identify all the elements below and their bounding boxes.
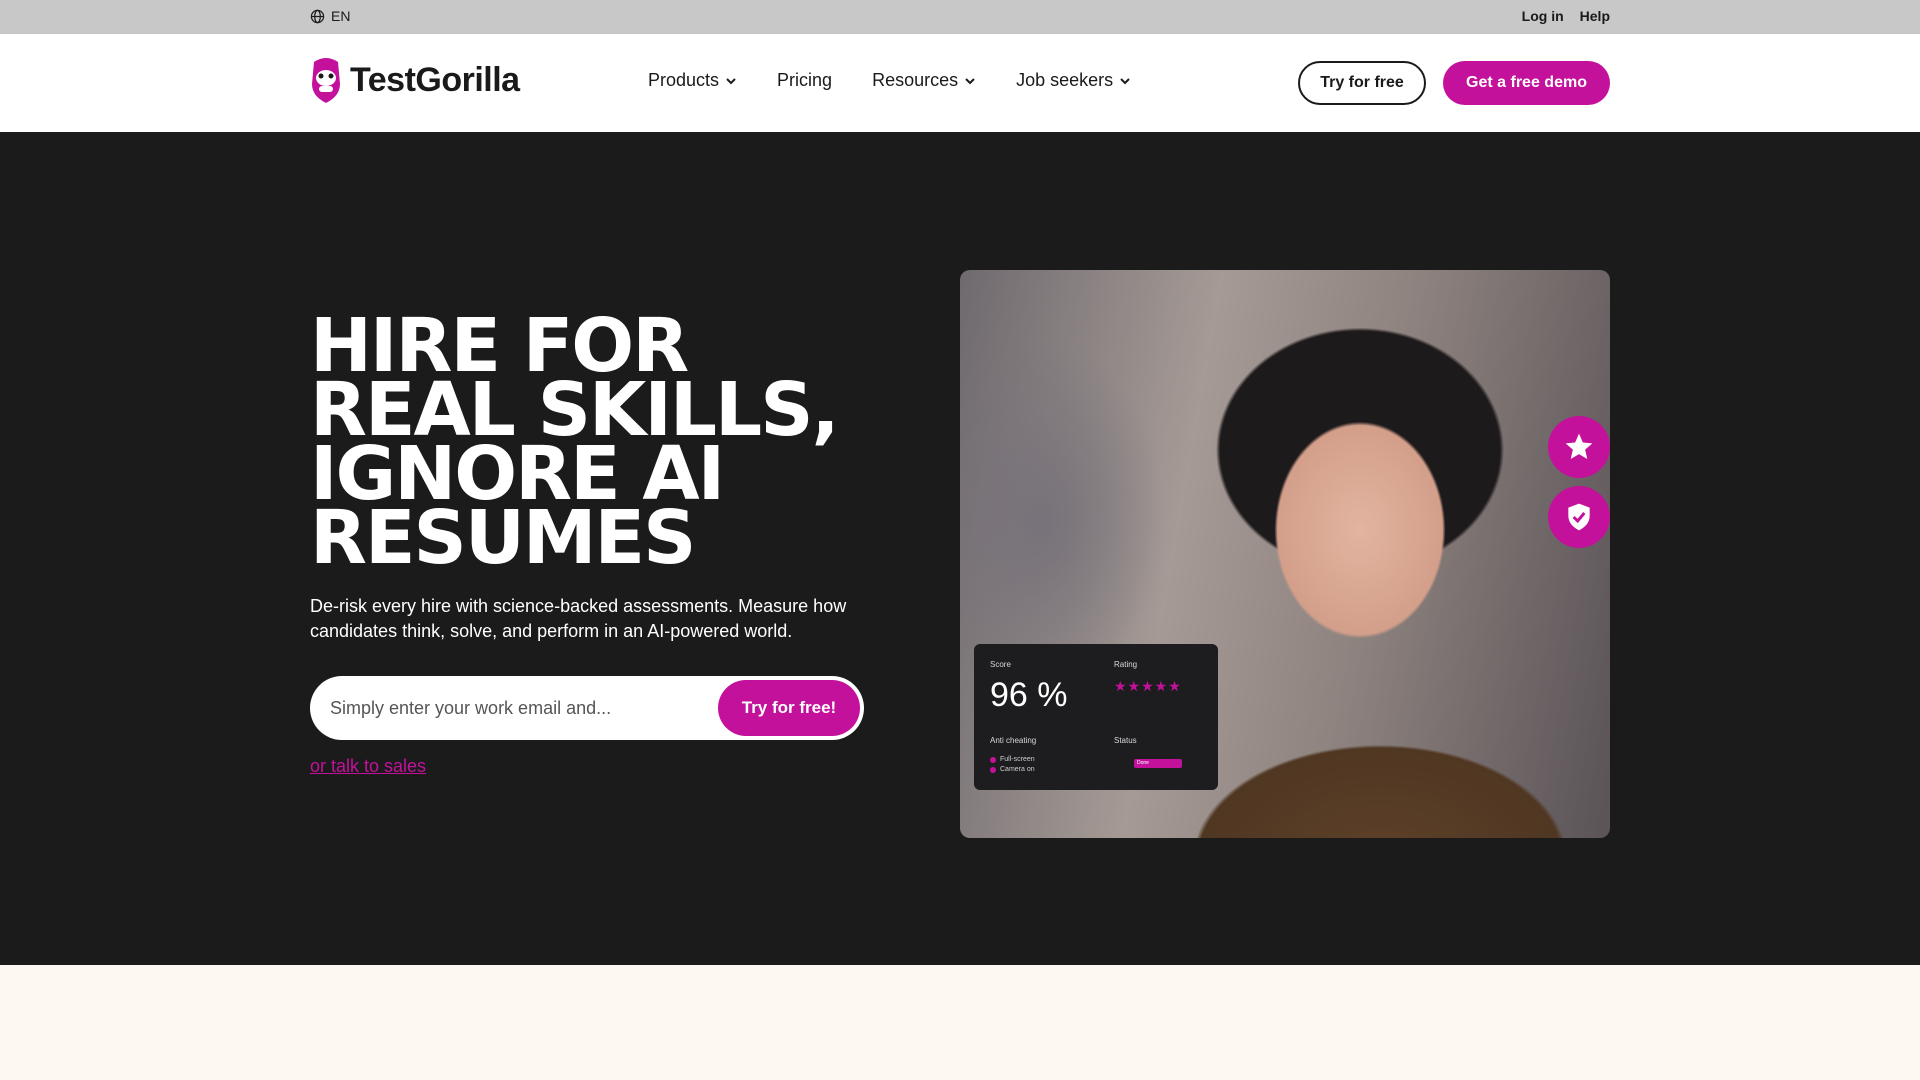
rating-label: Rating xyxy=(1114,660,1138,669)
check-dot-icon xyxy=(990,756,996,763)
check-dot-icon xyxy=(990,766,996,773)
talk-to-sales-link[interactable]: or talk to sales xyxy=(310,756,426,777)
nav-menu: Products Pricing Resources Job seekers xyxy=(648,70,1131,91)
main-nav: TestGorilla Products Pricing Resources J… xyxy=(0,34,1920,132)
score-label: Score xyxy=(990,660,1011,669)
email-signup-form: Try for free! xyxy=(310,676,864,740)
shield-badge xyxy=(1548,486,1610,548)
anti-cheating-item: Camera on xyxy=(990,766,1035,773)
shield-check-icon xyxy=(1568,503,1590,531)
nav-item-products[interactable]: Products xyxy=(648,70,737,91)
status-badge: Done xyxy=(1134,759,1182,768)
gorilla-logo-icon xyxy=(312,58,340,103)
try-for-free-button[interactable]: Try for free xyxy=(1298,61,1426,105)
language-selector[interactable]: EN xyxy=(310,8,350,24)
brand-logo[interactable]: TestGorilla xyxy=(310,56,520,104)
work-email-input[interactable] xyxy=(314,680,704,736)
next-section xyxy=(0,965,1920,1080)
get-free-demo-button[interactable]: Get a free demo xyxy=(1443,61,1610,105)
hero-headline: HIRE FOR REAL SKILLS, IGNORE AI RESUMES xyxy=(310,309,870,581)
score-card: Score 96 % Rating ★★★★★ Anti cheating Fu… xyxy=(974,644,1218,790)
nav-item-resources[interactable]: Resources xyxy=(872,70,976,91)
login-link[interactable]: Log in xyxy=(1522,8,1564,24)
nav-item-job-seekers[interactable]: Job seekers xyxy=(1016,70,1131,91)
chevron-down-icon xyxy=(726,77,736,84)
star-badge xyxy=(1548,416,1610,478)
chevron-down-icon xyxy=(965,77,975,84)
try-for-free-submit-button[interactable]: Try for free! xyxy=(718,680,860,736)
star-icon xyxy=(1565,433,1593,459)
top-links: Log in Help xyxy=(1522,8,1610,24)
brand-name: TestGorilla xyxy=(350,60,520,99)
rating-stars: ★★★★★ xyxy=(1114,678,1182,694)
top-utility-bar: EN Log in Help xyxy=(0,0,1920,34)
anti-cheating-item-label: Full-screen xyxy=(1000,756,1035,763)
status-label: Status xyxy=(1114,736,1137,745)
hero-subtext: De-risk every hire with science-backed a… xyxy=(310,596,847,641)
nav-item-label: Products xyxy=(648,70,720,90)
headline-line: RESUMES xyxy=(310,495,696,581)
language-label: EN xyxy=(331,8,351,24)
nav-item-label: Pricing xyxy=(777,70,833,90)
nav-item-label: Resources xyxy=(872,70,959,90)
hero-section: HIRE FOR REAL SKILLS, IGNORE AI RESUMES … xyxy=(0,132,1920,965)
chevron-down-icon xyxy=(1120,77,1130,84)
anti-cheating-item: Full-screen xyxy=(990,756,1035,763)
nav-item-label: Job seekers xyxy=(1016,70,1114,90)
anti-cheating-label: Anti cheating xyxy=(990,736,1037,745)
anti-cheating-item-label: Camera on xyxy=(1000,766,1035,773)
globe-icon xyxy=(310,9,325,23)
score-value: 96 % xyxy=(990,676,1068,714)
nav-item-pricing[interactable]: Pricing xyxy=(777,70,832,91)
help-link[interactable]: Help xyxy=(1580,8,1610,24)
